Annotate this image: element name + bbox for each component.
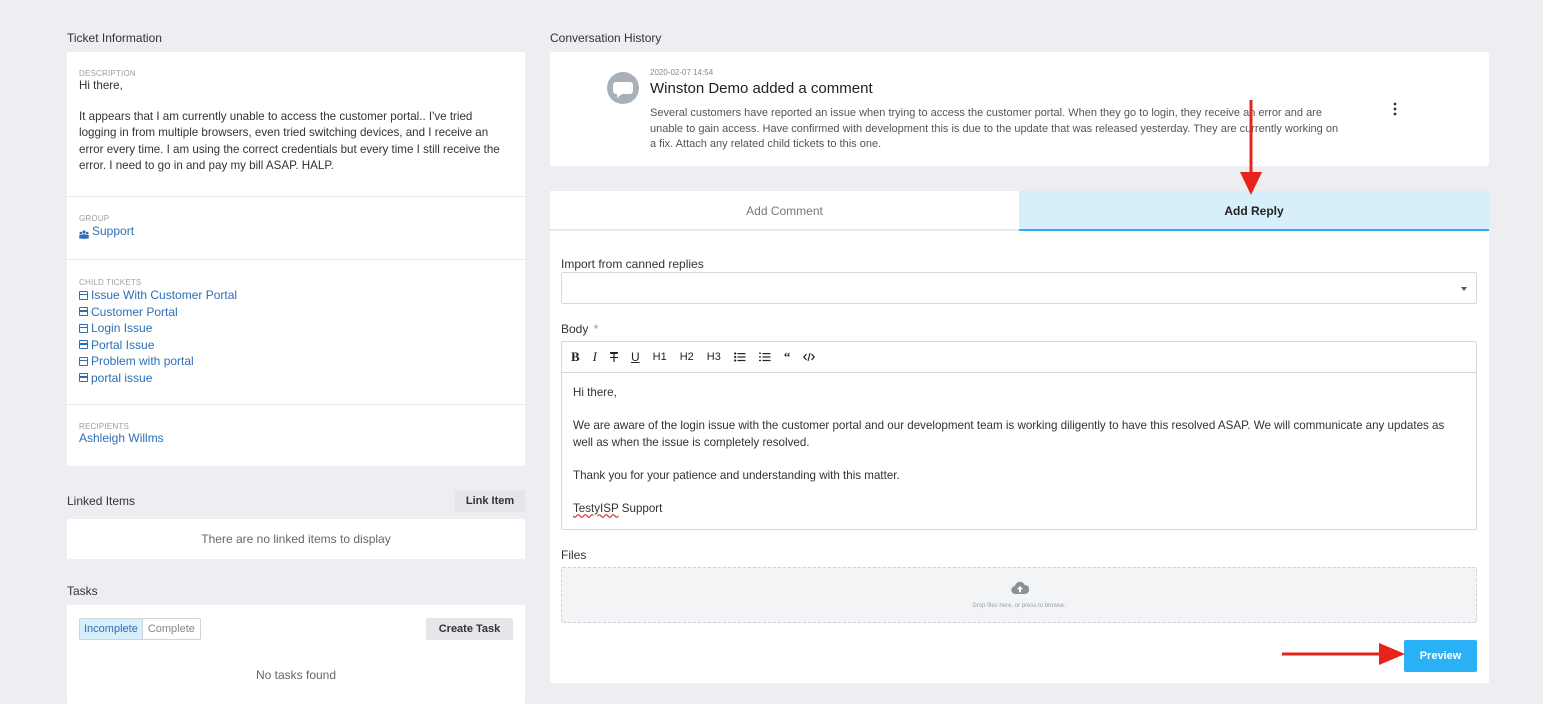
child-ticket-link[interactable]: portal issue <box>79 370 237 387</box>
tasks-empty: No tasks found <box>255 668 337 682</box>
dropdown-caret-icon <box>1461 287 1467 291</box>
child-tickets-label: CHILD TICKETS <box>79 278 142 287</box>
quote-icon[interactable]: “ <box>784 349 791 365</box>
child-ticket-link[interactable]: Problem with portal <box>79 353 237 370</box>
body-paragraph: Hi there, <box>573 386 617 399</box>
heading3-button[interactable]: H3 <box>707 351 721 363</box>
child-ticket-link[interactable]: Login Issue <box>79 320 237 337</box>
child-ticket-label: Issue With Customer Portal <box>91 288 238 302</box>
comment-author-line: Winston Demo added a comment <box>650 80 873 97</box>
ticket-icon <box>79 323 88 333</box>
child-ticket-link[interactable]: Customer Portal <box>79 304 237 321</box>
comment-timestamp: 2020-02-07 14:54 <box>650 68 714 77</box>
more-options-icon[interactable] <box>1392 102 1398 116</box>
tasks-card: Incomplete Complete Create Task No tasks… <box>67 605 525 704</box>
files-label: Files <box>561 548 587 562</box>
editor-toolbar: B I T U H1 H2 H3 “ <box>562 342 1476 373</box>
annotation-arrow-down <box>1239 100 1263 196</box>
reply-card: Add Comment Add Reply Import from canned… <box>550 191 1489 683</box>
comment-text: Several customers have reported an issue… <box>650 107 1339 150</box>
group-value: Support <box>92 224 135 238</box>
canned-replies-select[interactable] <box>561 272 1477 304</box>
body-paragraph: We are aware of the login issue with the… <box>573 419 1445 449</box>
italic-button[interactable]: I <box>593 349 597 365</box>
ticket-icon <box>79 290 88 300</box>
linked-items-title: Linked Items <box>67 494 136 508</box>
task-filter-tabs: Incomplete Complete <box>79 618 201 640</box>
child-ticket-label: Portal Issue <box>91 337 155 352</box>
description-label: DESCRIPTION <box>79 69 136 78</box>
body-label-row: Body * <box>561 322 598 336</box>
conversation-card: 2020-02-07 14:54 Winston Demo added a co… <box>550 52 1489 166</box>
ticket-information-title: Ticket Information <box>67 31 162 45</box>
recipient-link[interactable]: Ashleigh Willms <box>79 431 164 445</box>
rich-text-editor: B I T U H1 H2 H3 “ Hi there, We are awar… <box>561 341 1477 530</box>
heading1-button[interactable]: H1 <box>653 351 667 363</box>
conversation-history-title: Conversation History <box>550 31 662 45</box>
file-dropzone[interactable]: Drop files here, or press to browse. <box>561 567 1477 623</box>
signature-company: TestyISP <box>573 501 619 515</box>
dropzone-text: Drop files here, or press to browse. <box>972 603 1066 609</box>
tab-add-comment[interactable]: Add Comment <box>550 191 1019 231</box>
heading2-button[interactable]: H2 <box>680 351 694 363</box>
child-tickets-section: CHILD TICKETS Issue With Customer Portal… <box>79 278 237 386</box>
tasks-title: Tasks <box>67 584 98 598</box>
linked-items-empty: There are no linked items to display <box>201 532 391 546</box>
divider <box>67 259 525 260</box>
group-label: GROUP <box>79 214 110 223</box>
recipients-label: RECIPIENTS <box>79 422 130 431</box>
child-ticket-label: Customer Portal <box>91 304 178 319</box>
create-task-button[interactable]: Create Task <box>426 618 513 640</box>
numbered-list-icon[interactable] <box>758 352 771 362</box>
tab-incomplete[interactable]: Incomplete <box>80 619 143 639</box>
child-ticket-link[interactable]: Issue With Customer Portal <box>79 287 237 304</box>
underline-button[interactable]: U <box>631 350 640 364</box>
ticket-icon <box>79 373 88 383</box>
body-label: Body <box>561 322 589 336</box>
group-link[interactable]: Support <box>79 223 134 240</box>
child-ticket-label: Login Issue <box>91 321 153 335</box>
child-ticket-link[interactable]: Portal Issue <box>79 337 237 354</box>
editor-body[interactable]: Hi there, We are aware of the login issu… <box>562 373 1476 546</box>
tab-add-reply[interactable]: Add Reply <box>1019 191 1489 231</box>
strikethrough-button[interactable]: T <box>610 351 618 364</box>
ticket-info-card: DESCRIPTION Hi there, It appears that I … <box>67 52 525 466</box>
bold-button[interactable]: B <box>571 349 580 365</box>
child-ticket-label: portal issue <box>91 370 153 385</box>
cloud-upload-icon <box>1011 581 1030 595</box>
code-icon[interactable] <box>803 352 816 362</box>
canned-replies-label: Import from canned replies <box>561 257 704 271</box>
divider <box>67 404 525 405</box>
body-signature: TestyISP Support <box>573 501 1465 518</box>
tab-complete[interactable]: Complete <box>142 619 200 639</box>
group-icon <box>79 227 89 239</box>
ticket-icon <box>79 307 88 317</box>
bulleted-list-icon[interactable] <box>733 352 746 362</box>
annotation-arrow-right <box>1282 642 1406 666</box>
preview-button[interactable]: Preview <box>1404 640 1477 672</box>
ticket-icon <box>79 340 88 350</box>
comment-avatar-icon <box>607 72 639 104</box>
description-greeting: Hi there, <box>79 79 123 92</box>
child-ticket-label: Problem with portal <box>91 354 194 368</box>
link-item-button[interactable]: Link Item <box>455 490 525 512</box>
divider <box>67 196 525 197</box>
body-paragraph: Thank you for your patience and understa… <box>573 468 900 482</box>
linked-items-card: There are no linked items to display <box>67 519 525 559</box>
description-body: It appears that I am currently unable to… <box>79 109 500 173</box>
ticket-icon <box>79 356 88 366</box>
required-mark: * <box>593 322 599 336</box>
signature-rest: Support <box>618 501 663 515</box>
